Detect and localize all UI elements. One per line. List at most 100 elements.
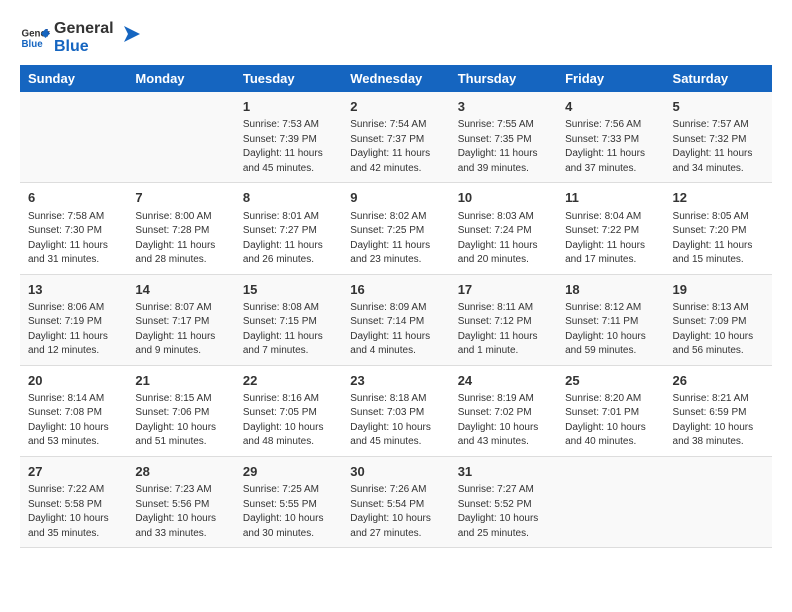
calendar-cell: 12 Sunrise: 8:05 AMSunset: 7:20 PMDayligh… xyxy=(665,183,772,274)
daylight-text: Daylight: 11 hours and 34 minutes. xyxy=(673,147,764,176)
daylight-text: Daylight: 11 hours and 20 minutes. xyxy=(458,239,549,268)
day-info: Sunrise: 8:12 AMSunset: 7:11 PMDaylight:… xyxy=(565,301,656,359)
column-header-tuesday: Tuesday xyxy=(235,65,342,92)
page-header: General Blue General Blue xyxy=(20,20,772,55)
sunrise-text: Sunrise: 8:18 AM xyxy=(350,392,441,407)
sunset-text: Sunset: 7:24 PM xyxy=(458,224,549,239)
day-info: Sunrise: 7:53 AMSunset: 7:39 PMDaylight:… xyxy=(243,118,334,176)
calendar-cell: 31Sunrise: 7:27 AMSunset: 5:52 PMDayligh… xyxy=(450,456,557,547)
week-row-5: 27Sunrise: 7:22 AMSunset: 5:58 PMDayligh… xyxy=(20,456,772,547)
sunrise-text: Sunrise: 8:21 AM xyxy=(673,392,764,407)
day-number: 22 xyxy=(243,372,334,390)
day-number: 29 xyxy=(243,463,334,481)
sunset-text: Sunset: 7:20 PM xyxy=(673,224,764,239)
daylight-text: Daylight: 11 hours and 17 minutes. xyxy=(565,239,656,268)
calendar-cell: 2Sunrise: 7:54 AMSunset: 7:37 PMDaylight… xyxy=(342,92,449,183)
day-info: Sunrise: 8:20 AMSunset: 7:01 PMDaylight:… xyxy=(565,392,656,450)
daylight-text: Daylight: 11 hours and 15 minutes. xyxy=(673,239,764,268)
calendar-cell: 24Sunrise: 8:19 AMSunset: 7:02 PMDayligh… xyxy=(450,365,557,456)
calendar-cell: 16Sunrise: 8:09 AMSunset: 7:14 PMDayligh… xyxy=(342,274,449,365)
day-number: 17 xyxy=(458,281,549,299)
day-number: 4 xyxy=(565,98,656,116)
week-row-1: 1 Sunrise: 7:53 AMSunset: 7:39 PMDaylight… xyxy=(20,92,772,183)
day-info: Sunrise: 7:26 AMSunset: 5:54 PMDaylight:… xyxy=(350,483,441,541)
sunrise-text: Sunrise: 7:23 AM xyxy=(135,483,226,498)
calendar-cell: 10 Sunrise: 8:03 AMSunset: 7:24 PMDayligh… xyxy=(450,183,557,274)
sunset-text: Sunset: 7:06 PM xyxy=(135,406,226,421)
sunset-text: Sunset: 7:22 PM xyxy=(565,224,656,239)
calendar-cell xyxy=(665,456,772,547)
day-info: Sunrise: 8:15 AMSunset: 7:06 PMDaylight:… xyxy=(135,392,226,450)
daylight-text: Daylight: 11 hours and 9 minutes. xyxy=(135,330,226,359)
sunset-text: Sunset: 7:03 PM xyxy=(350,406,441,421)
daylight-text: Daylight: 11 hours and 26 minutes. xyxy=(243,239,334,268)
calendar-cell: 23Sunrise: 8:18 AMSunset: 7:03 PMDayligh… xyxy=(342,365,449,456)
daylight-text: Daylight: 10 hours and 30 minutes. xyxy=(243,512,334,541)
day-number: 3 xyxy=(458,98,549,116)
day-info: Sunrise: 8:16 AMSunset: 7:05 PMDaylight:… xyxy=(243,392,334,450)
sunrise-text: Sunrise: 7:56 AM xyxy=(565,118,656,133)
logo-blue-text: Blue xyxy=(54,38,114,56)
sunrise-text: Sunrise: 8:03 AM xyxy=(458,210,549,225)
sunrise-text: Sunrise: 7:22 AM xyxy=(28,483,119,498)
calendar-cell: 25Sunrise: 8:20 AMSunset: 7:01 PMDayligh… xyxy=(557,365,664,456)
daylight-text: Daylight: 10 hours and 43 minutes. xyxy=(458,421,549,450)
daylight-text: Daylight: 11 hours and 37 minutes. xyxy=(565,147,656,176)
day-info: Sunrise: 8:03 AMSunset: 7:24 PMDaylight:… xyxy=(458,210,549,268)
sunrise-text: Sunrise: 8:04 AM xyxy=(565,210,656,225)
sunset-text: Sunset: 7:33 PM xyxy=(565,133,656,148)
day-number: 31 xyxy=(458,463,549,481)
day-number: 12 xyxy=(673,189,764,207)
day-number: 10 xyxy=(458,189,549,207)
day-info: Sunrise: 8:11 AMSunset: 7:12 PMDaylight:… xyxy=(458,301,549,359)
daylight-text: Daylight: 11 hours and 12 minutes. xyxy=(28,330,119,359)
daylight-text: Daylight: 10 hours and 35 minutes. xyxy=(28,512,119,541)
logo-arrow-icon xyxy=(120,22,144,46)
calendar-cell: 21Sunrise: 8:15 AMSunset: 7:06 PMDayligh… xyxy=(127,365,234,456)
sunrise-text: Sunrise: 7:26 AM xyxy=(350,483,441,498)
calendar-cell: 11Sunrise: 8:04 AMSunset: 7:22 PMDayligh… xyxy=(557,183,664,274)
daylight-text: Daylight: 10 hours and 59 minutes. xyxy=(565,330,656,359)
sunrise-text: Sunrise: 7:53 AM xyxy=(243,118,334,133)
calendar-cell: 20Sunrise: 8:14 AMSunset: 7:08 PMDayligh… xyxy=(20,365,127,456)
header-row: SundayMondayTuesdayWednesdayThursdayFrid… xyxy=(20,65,772,92)
column-header-friday: Friday xyxy=(557,65,664,92)
daylight-text: Daylight: 10 hours and 45 minutes. xyxy=(350,421,441,450)
calendar-cell: 15Sunrise: 8:08 AMSunset: 7:15 PMDayligh… xyxy=(235,274,342,365)
sunset-text: Sunset: 7:02 PM xyxy=(458,406,549,421)
sunset-text: Sunset: 7:28 PM xyxy=(135,224,226,239)
calendar-cell xyxy=(557,456,664,547)
day-number: 28 xyxy=(135,463,226,481)
daylight-text: Daylight: 11 hours and 7 minutes. xyxy=(243,330,334,359)
sunrise-text: Sunrise: 8:09 AM xyxy=(350,301,441,316)
sunrise-text: Sunrise: 7:57 AM xyxy=(673,118,764,133)
sunset-text: Sunset: 7:32 PM xyxy=(673,133,764,148)
sunrise-text: Sunrise: 8:01 AM xyxy=(243,210,334,225)
day-info: Sunrise: 8:02 AMSunset: 7:25 PMDaylight:… xyxy=(350,210,441,268)
day-info: Sunrise: 7:55 AMSunset: 7:35 PMDaylight:… xyxy=(458,118,549,176)
day-number: 2 xyxy=(350,98,441,116)
daylight-text: Daylight: 11 hours and 45 minutes. xyxy=(243,147,334,176)
day-number: 14 xyxy=(135,281,226,299)
calendar-table: SundayMondayTuesdayWednesdayThursdayFrid… xyxy=(20,65,772,548)
day-info: Sunrise: 8:08 AMSunset: 7:15 PMDaylight:… xyxy=(243,301,334,359)
daylight-text: Daylight: 11 hours and 1 minute. xyxy=(458,330,549,359)
sunrise-text: Sunrise: 7:58 AM xyxy=(28,210,119,225)
sunset-text: Sunset: 5:52 PM xyxy=(458,498,549,513)
calendar-cell: 18Sunrise: 8:12 AMSunset: 7:11 PMDayligh… xyxy=(557,274,664,365)
week-row-2: 6Sunrise: 7:58 AMSunset: 7:30 PMDaylight… xyxy=(20,183,772,274)
day-info: Sunrise: 7:23 AMSunset: 5:56 PMDaylight:… xyxy=(135,483,226,541)
sunset-text: Sunset: 5:58 PM xyxy=(28,498,119,513)
day-number: 26 xyxy=(673,372,764,390)
sunrise-text: Sunrise: 7:55 AM xyxy=(458,118,549,133)
sunrise-text: Sunrise: 8:05 AM xyxy=(673,210,764,225)
day-info: Sunrise: 8:00 AMSunset: 7:28 PMDaylight:… xyxy=(135,210,226,268)
day-number: 1 xyxy=(243,98,334,116)
day-number: 9 xyxy=(350,189,441,207)
calendar-cell: 8Sunrise: 8:01 AMSunset: 7:27 PMDaylight… xyxy=(235,183,342,274)
day-number: 19 xyxy=(673,281,764,299)
sunrise-text: Sunrise: 8:12 AM xyxy=(565,301,656,316)
day-number: 30 xyxy=(350,463,441,481)
daylight-text: Daylight: 11 hours and 42 minutes. xyxy=(350,147,441,176)
week-row-4: 20Sunrise: 8:14 AMSunset: 7:08 PMDayligh… xyxy=(20,365,772,456)
